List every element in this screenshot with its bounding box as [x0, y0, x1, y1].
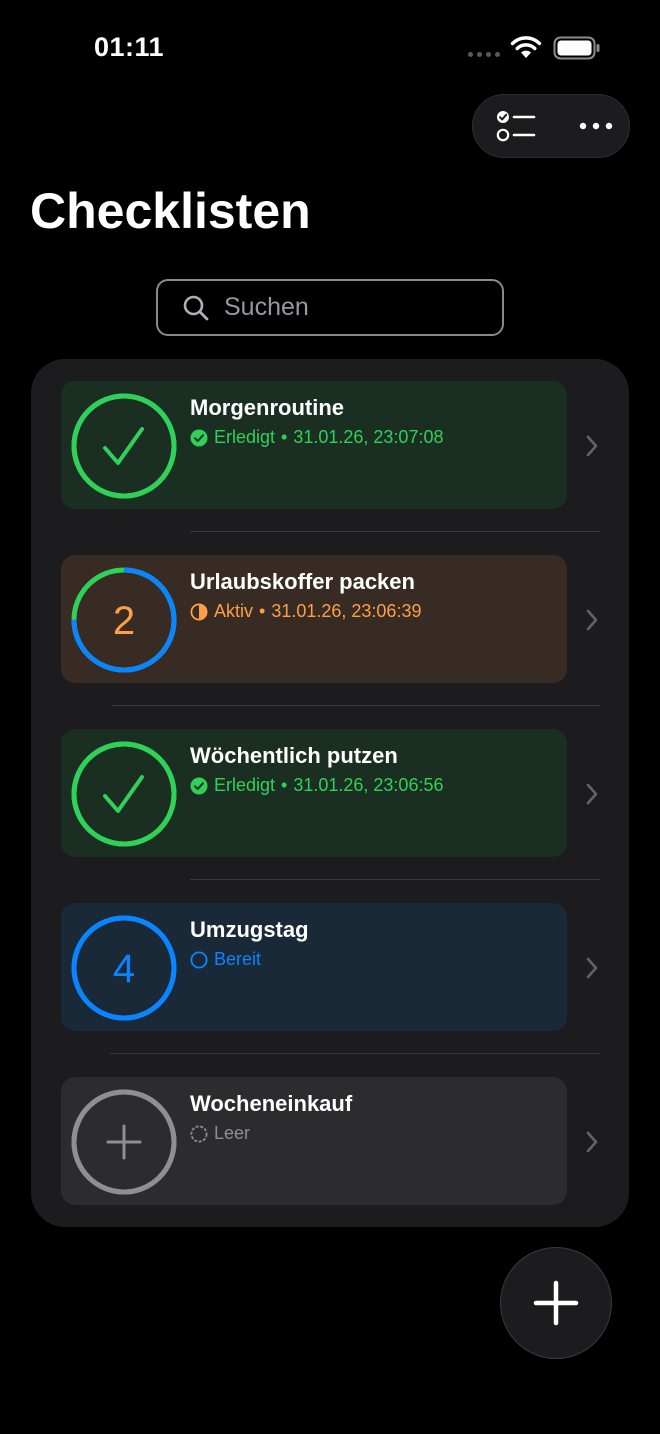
- status-separator: •: [281, 427, 288, 447]
- status-label: Erledigt: [214, 775, 276, 795]
- progress-ring: 2: [71, 567, 177, 673]
- checklist-title: Umzugstag: [190, 917, 309, 942]
- checklist-title: Morgenroutine: [190, 395, 344, 420]
- status-label: Aktiv: [214, 601, 254, 621]
- chevron-right-icon: [586, 435, 598, 457]
- checklist-title: Urlaubskoffer packen: [190, 569, 415, 594]
- ring-count: 2: [113, 599, 135, 643]
- status-separator: •: [259, 601, 266, 621]
- checklist-title: Wöchentlich putzen: [190, 743, 398, 768]
- checklist-row-morgenroutine[interactable]: Morgenroutine Erledigt • 31.01.26, 23:07…: [31, 381, 629, 511]
- checkmark-icon: [103, 775, 144, 813]
- status-label: Erledigt: [214, 427, 276, 447]
- checkmark-icon: [103, 427, 144, 465]
- progress-ring: [71, 1089, 177, 1195]
- checkmark-circle-icon: [190, 777, 208, 794]
- progress-ring: [71, 741, 177, 847]
- page-title: Checklisten: [30, 183, 311, 239]
- checklist-row-urlaubskoffer[interactable]: 2 Urlaubskoffer packen Aktiv • 31.01.26,…: [31, 555, 629, 685]
- chevron-right-icon: [586, 957, 598, 979]
- status-timestamp: 31.01.26, 23:06:56: [293, 775, 444, 795]
- plus-icon: [533, 1280, 579, 1326]
- empty-circle-icon: [190, 951, 208, 968]
- checklist-status: Aktiv • 31.01.26, 23:06:39: [190, 601, 421, 622]
- row-divider: [190, 531, 600, 532]
- status-label: Bereit: [214, 949, 262, 969]
- checklist-status: Leer: [190, 1123, 250, 1144]
- cellular-signal-icon: [468, 52, 500, 57]
- checklist-list: Morgenroutine Erledigt • 31.01.26, 23:07…: [31, 359, 629, 1227]
- status-label: Leer: [214, 1123, 251, 1143]
- row-divider: [190, 879, 600, 880]
- checklist-view-button[interactable]: [481, 95, 551, 157]
- row-divider: [112, 705, 600, 706]
- checklist-status: Bereit: [190, 949, 261, 970]
- search-field[interactable]: [156, 279, 504, 336]
- status-timestamp: 31.01.26, 23:07:08: [293, 427, 444, 447]
- wifi-icon: [510, 36, 542, 58]
- half-circle-icon: [190, 603, 208, 620]
- status-timestamp: 31.01.26, 23:06:39: [271, 601, 422, 621]
- toolbar: [472, 94, 630, 158]
- ellipsis-icon: [579, 122, 613, 130]
- status-separator: •: [281, 775, 288, 795]
- ring-count: 4: [113, 947, 135, 991]
- checklist-icon: [496, 111, 536, 142]
- progress-ring: 4: [71, 915, 177, 1021]
- chevron-right-icon: [586, 783, 598, 805]
- checklist-row-wocheneinkauf[interactable]: Wocheneinkauf Leer: [31, 1077, 629, 1207]
- checkmark-circle-icon: [190, 429, 208, 446]
- chevron-right-icon: [586, 1131, 598, 1153]
- checklist-title: Wocheneinkauf: [190, 1091, 353, 1116]
- chevron-right-icon: [586, 609, 598, 631]
- more-options-button[interactable]: [561, 95, 631, 157]
- progress-ring: [71, 393, 177, 499]
- checklist-status: Erledigt • 31.01.26, 23:06:56: [190, 775, 443, 796]
- battery-icon: [553, 36, 600, 60]
- search-input[interactable]: [222, 292, 466, 323]
- checklist-row-umzugstag[interactable]: 4 Umzugstag Bereit: [31, 903, 629, 1033]
- checklist-status: Erledigt • 31.01.26, 23:07:08: [190, 427, 443, 448]
- checklist-row-woechentlich-putzen[interactable]: Wöchentlich putzen Erledigt • 31.01.26, …: [31, 729, 629, 859]
- add-checklist-button[interactable]: [500, 1247, 612, 1359]
- row-divider: [110, 1053, 600, 1054]
- dashed-circle-icon: [190, 1125, 208, 1142]
- status-bar: 01:11: [0, 0, 660, 96]
- search-icon: [183, 295, 209, 320]
- status-time: 01:11: [94, 32, 165, 62]
- plus-icon: [106, 1124, 142, 1160]
